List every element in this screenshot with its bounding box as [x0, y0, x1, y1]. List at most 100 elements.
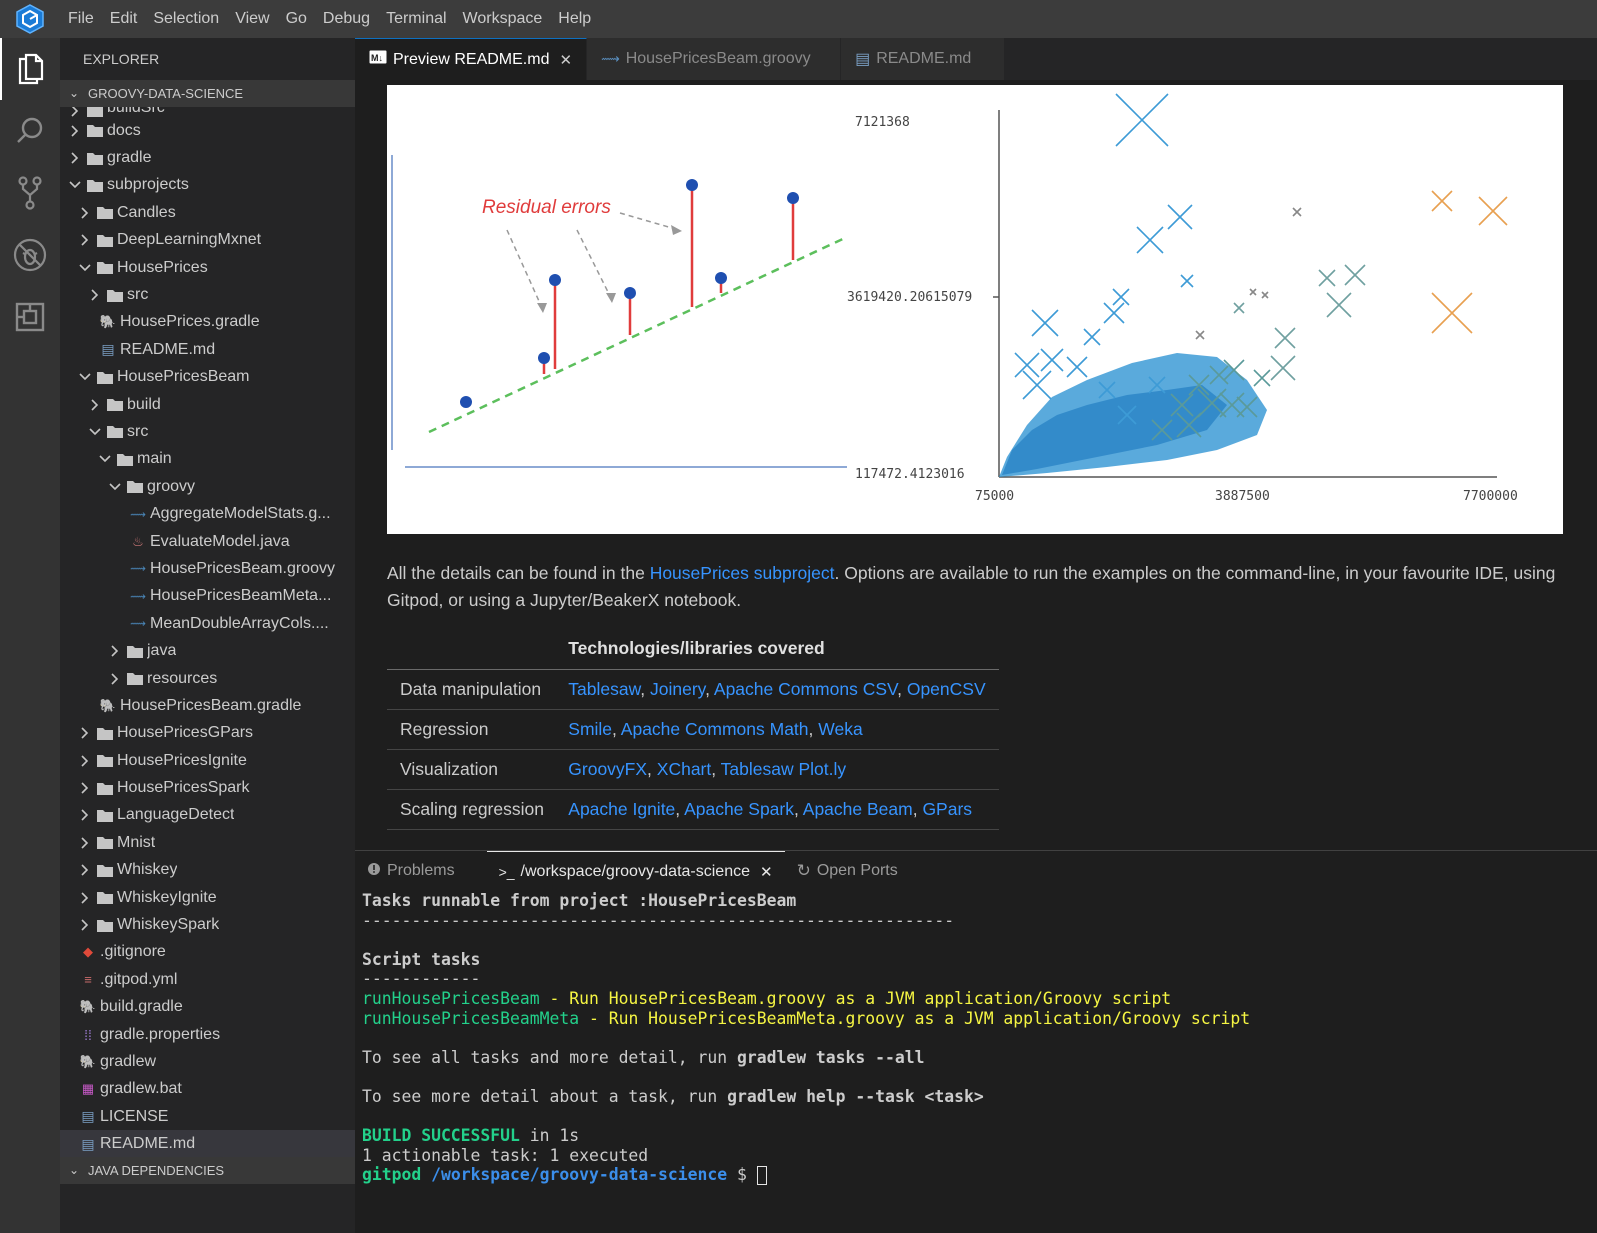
- chevron-down-icon[interactable]: [85, 428, 105, 436]
- library-link[interactable]: Weka: [818, 719, 862, 739]
- chevron-right-icon[interactable]: [75, 837, 95, 849]
- tree-folder[interactable]: java: [60, 637, 355, 664]
- chevron-right-icon[interactable]: [75, 864, 95, 876]
- tree-folder[interactable]: src: [60, 418, 355, 445]
- tree-file[interactable]: 🐘 gradlew: [60, 1048, 355, 1075]
- project-section-header[interactable]: ⌄ GROOVY-DATA-SCIENCE: [60, 80, 355, 107]
- menu-debug[interactable]: Debug: [315, 0, 378, 38]
- tab-open-ports[interactable]: ↻ Open Ports: [785, 851, 910, 891]
- tree-file[interactable]: ♨ EvaluateModel.java: [60, 528, 355, 555]
- menu-help[interactable]: Help: [550, 0, 599, 38]
- houseprices-subproject-link[interactable]: HousePrices subproject: [650, 563, 835, 583]
- tree-file[interactable]: ▤ README.md: [60, 1130, 355, 1157]
- tree-folder[interactable]: build: [60, 391, 355, 418]
- tree-folder[interactable]: subprojects: [60, 172, 355, 199]
- tree-folder[interactable]: src: [60, 281, 355, 308]
- tree-folder[interactable]: Mnist: [60, 829, 355, 856]
- library-link[interactable]: Apache Commons Math: [621, 719, 809, 739]
- chevron-right-icon[interactable]: [75, 234, 95, 246]
- chevron-down-icon[interactable]: [105, 483, 125, 491]
- library-link[interactable]: GroovyFX: [568, 759, 647, 779]
- markdown-preview[interactable]: Residual errors 7121368 3619420.20615079…: [355, 80, 1597, 850]
- close-icon[interactable]: ✕: [760, 863, 773, 881]
- debug-icon[interactable]: [0, 224, 60, 286]
- close-icon[interactable]: ✕: [559, 51, 572, 69]
- tree-folder[interactable]: groovy: [60, 473, 355, 500]
- chevron-right-icon[interactable]: [75, 207, 95, 219]
- tab-housepricesbeam-groovy[interactable]: ⟿ HousePricesBeam.groovy: [587, 38, 842, 80]
- tree-folder[interactable]: HousePricesBeam: [60, 364, 355, 391]
- menu-go[interactable]: Go: [278, 0, 315, 38]
- chevron-right-icon[interactable]: [85, 289, 105, 301]
- tree-folder[interactable]: LanguageDetect: [60, 802, 355, 829]
- library-link[interactable]: Apache Beam: [803, 799, 913, 819]
- tree-file[interactable]: ◆ .gitignore: [60, 939, 355, 966]
- chevron-right-icon[interactable]: [85, 399, 105, 411]
- menu-workspace[interactable]: Workspace: [455, 0, 551, 38]
- chevron-right-icon[interactable]: [75, 782, 95, 794]
- library-link[interactable]: Apache Ignite: [568, 799, 675, 819]
- tree-file[interactable]: ⁞⁞ gradle.properties: [60, 1021, 355, 1048]
- library-link[interactable]: Joinery: [650, 679, 705, 699]
- chevron-right-icon[interactable]: [65, 152, 85, 164]
- chevron-right-icon[interactable]: [75, 919, 95, 931]
- dependencies-section-header[interactable]: ⌄ JAVA DEPENDENCIES: [60, 1157, 355, 1184]
- library-link[interactable]: Apache Spark: [684, 799, 794, 819]
- tree-folder[interactable]: HousePricesIgnite: [60, 747, 355, 774]
- chevron-right-icon[interactable]: [65, 107, 85, 117]
- chevron-right-icon[interactable]: [75, 892, 95, 904]
- chevron-down-icon[interactable]: [65, 181, 85, 189]
- tree-file[interactable]: 🐘 HousePrices.gradle: [60, 309, 355, 336]
- chevron-right-icon[interactable]: [75, 809, 95, 822]
- tree-folder[interactable]: HousePricesSpark: [60, 774, 355, 801]
- tree-folder[interactable]: main: [60, 446, 355, 473]
- menu-edit[interactable]: Edit: [102, 0, 146, 38]
- tree-file[interactable]: ⟿ HousePricesBeam.groovy: [60, 555, 355, 582]
- tree-folder[interactable]: HousePricesGPars: [60, 720, 355, 747]
- library-link[interactable]: Tablesaw: [568, 679, 640, 699]
- chevron-down-icon[interactable]: [75, 264, 95, 272]
- tree-file[interactable]: ⟿ HousePricesBeamMeta...: [60, 583, 355, 610]
- tree-file[interactable]: 🐘 HousePricesBeam.gradle: [60, 692, 355, 719]
- tab-problems[interactable]: Problems: [355, 851, 467, 891]
- files-icon[interactable]: [0, 38, 60, 100]
- terminal-output[interactable]: Tasks runnable from project :HousePrices…: [362, 891, 1592, 1186]
- chevron-down-icon[interactable]: [75, 373, 95, 381]
- tree-folder[interactable]: DeepLearningMxnet: [60, 227, 355, 254]
- tree-file[interactable]: ▤ LICENSE: [60, 1103, 355, 1130]
- tree-file[interactable]: ▦ gradlew.bat: [60, 1076, 355, 1103]
- chevron-right-icon[interactable]: [65, 125, 85, 137]
- tree-file[interactable]: ▤ README.md: [60, 336, 355, 363]
- tree-file[interactable]: ⟿ AggregateModelStats.g...: [60, 500, 355, 527]
- extensions-icon[interactable]: [0, 286, 60, 348]
- gitpod-logo-icon[interactable]: [0, 0, 60, 38]
- chevron-right-icon[interactable]: [75, 755, 95, 767]
- chevron-right-icon[interactable]: [105, 645, 125, 657]
- source-control-icon[interactable]: [0, 162, 60, 224]
- search-icon[interactable]: [0, 100, 60, 162]
- library-link[interactable]: OpenCSV: [907, 679, 986, 699]
- menu-file[interactable]: File: [60, 0, 102, 38]
- library-link[interactable]: Apache Commons CSV: [714, 679, 897, 699]
- chevron-right-icon[interactable]: [105, 672, 125, 685]
- menu-selection[interactable]: Selection: [145, 0, 227, 38]
- tree-file[interactable]: 🐘 build.gradle: [60, 994, 355, 1021]
- tab-terminal[interactable]: >_ /workspace/groovy-data-science ✕: [486, 851, 785, 891]
- library-link[interactable]: GPars: [922, 799, 972, 819]
- tree-file[interactable]: ⟿ MeanDoubleArrayCols....: [60, 610, 355, 637]
- tree-file[interactable]: ≡ .gitpod.yml: [60, 966, 355, 993]
- terminal-prompt[interactable]: gitpod /workspace/groovy-data-science $: [362, 1165, 1592, 1186]
- tree-folder[interactable]: Whiskey: [60, 857, 355, 884]
- chevron-down-icon[interactable]: [95, 455, 115, 463]
- chevron-right-icon[interactable]: [75, 727, 95, 739]
- library-link[interactable]: Smile: [568, 719, 612, 739]
- tree-folder[interactable]: WhiskeySpark: [60, 911, 355, 938]
- tree-folder[interactable]: buildSrc: [60, 107, 355, 117]
- menu-terminal[interactable]: Terminal: [378, 0, 454, 38]
- tab-readme-md[interactable]: ▤ README.md: [841, 38, 1006, 80]
- library-link[interactable]: Tablesaw Plot.ly: [721, 759, 846, 779]
- menu-view[interactable]: View: [227, 0, 277, 38]
- tree-folder[interactable]: Candles: [60, 199, 355, 226]
- tree-folder[interactable]: resources: [60, 665, 355, 692]
- tree-folder[interactable]: docs: [60, 117, 355, 144]
